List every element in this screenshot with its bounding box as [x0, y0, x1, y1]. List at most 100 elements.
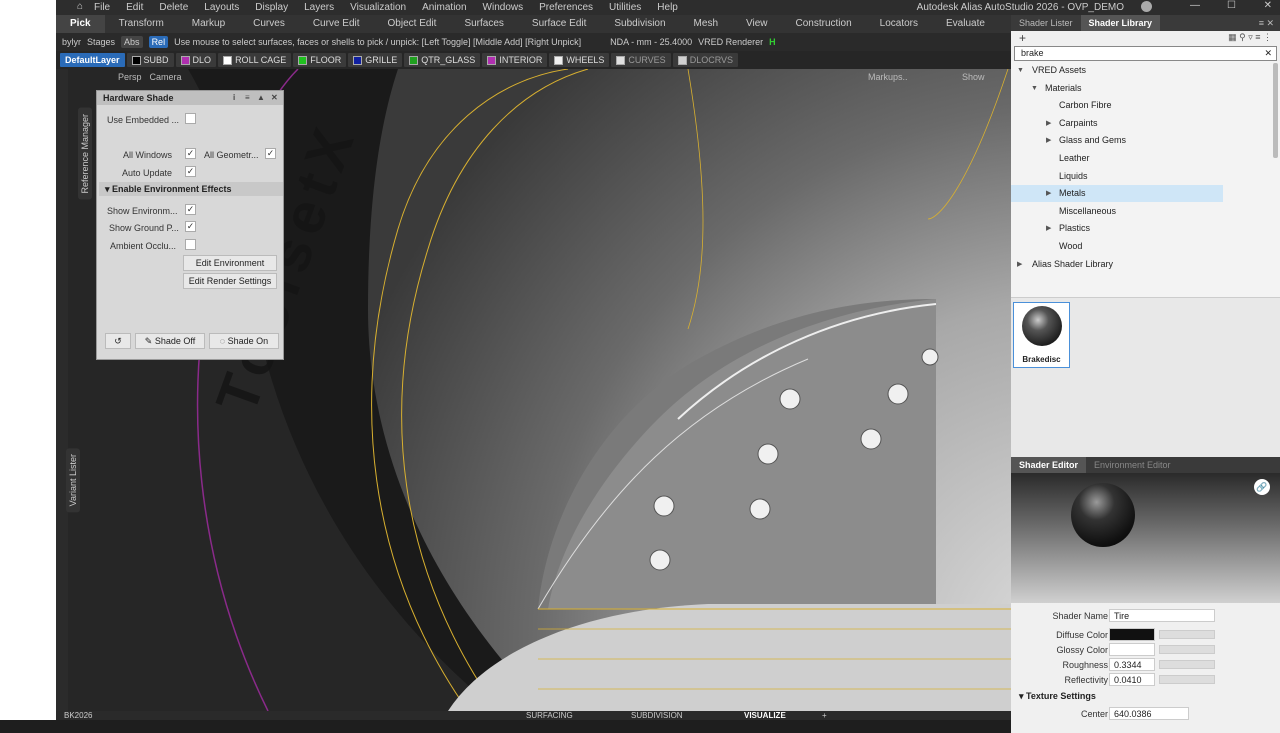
all-windows-checkbox[interactable]: ✓ — [185, 148, 196, 159]
menu-visualization[interactable]: Visualization — [342, 0, 414, 15]
reflectivity-slider[interactable] — [1159, 675, 1215, 684]
variant-lister-tab[interactable]: Variant Lister — [66, 448, 80, 513]
center-field[interactable]: 640.0386 — [1109, 707, 1189, 720]
menu-utilities[interactable]: Utilities — [601, 0, 649, 15]
environment-section-header[interactable]: ▾ Enable Environment Effects — [99, 182, 283, 196]
reference-manager-tab[interactable]: Reference Manager — [78, 108, 92, 200]
glossy-slider[interactable] — [1159, 645, 1215, 654]
add-icon[interactable]: + — [1019, 31, 1026, 45]
tab-view[interactable]: View — [732, 15, 782, 33]
tree-item-carbon-fibre[interactable]: Carbon Fibre — [1011, 97, 1223, 114]
show-env-checkbox[interactable]: ✓ — [185, 204, 196, 215]
tab-visualize[interactable]: VISUALIZE — [744, 711, 786, 720]
tab-markup[interactable]: Markup — [178, 15, 239, 33]
tree-item-carpaints[interactable]: ▶ Carpaints — [1011, 115, 1223, 132]
markups-label[interactable]: Markups.. — [868, 72, 908, 82]
tree-item-vred-assets[interactable]: ▼ VRED Assets — [1011, 62, 1223, 79]
abs-toggle[interactable]: Abs — [121, 36, 143, 48]
reflectivity-field[interactable]: 0.0410 — [1109, 673, 1155, 686]
diffuse-slider[interactable] — [1159, 630, 1215, 639]
ambient-checkbox[interactable] — [185, 239, 196, 250]
edit-render-settings-button[interactable]: Edit Render Settings — [183, 273, 277, 289]
tab-evaluate[interactable]: Evaluate — [932, 15, 999, 33]
shade-off-button[interactable]: ✎ Shade Off — [135, 333, 205, 349]
link-icon[interactable]: 🔗 — [1254, 479, 1270, 495]
show-label[interactable]: Show — [962, 72, 985, 82]
menu-layers[interactable]: Layers — [296, 0, 342, 15]
tree-item-glass-and-gems[interactable]: ▶ Glass and Gems — [1011, 132, 1223, 149]
tab-curves[interactable]: Curves — [239, 15, 299, 33]
clear-search-icon[interactable]: ✕ — [1264, 47, 1272, 60]
tab-shader-library[interactable]: Shader Library — [1080, 15, 1161, 31]
menu-display[interactable]: Display — [247, 0, 296, 15]
layer-grille[interactable]: GRILLE — [348, 53, 403, 67]
show-ground-checkbox[interactable]: ✓ — [185, 221, 196, 232]
tree-item-metals[interactable]: ▶ Metals — [1011, 185, 1223, 202]
tree-item-liquids[interactable]: Liquids — [1011, 168, 1223, 185]
auto-update-checkbox[interactable]: ✓ — [185, 166, 196, 177]
roughness-slider[interactable] — [1159, 660, 1215, 669]
tab-curve-edit[interactable]: Curve Edit — [299, 15, 374, 33]
tab-transform[interactable]: Transform — [105, 15, 178, 33]
menu-animation[interactable]: Animation — [414, 0, 474, 15]
all-geometry-checkbox[interactable]: ✓ — [265, 148, 276, 159]
layer-default[interactable]: DefaultLayer — [60, 53, 125, 67]
tree-item-leather[interactable]: Leather — [1011, 150, 1223, 167]
tab-environment-editor[interactable]: Environment Editor — [1086, 457, 1179, 473]
tab-subdivision[interactable]: Subdivision — [600, 15, 679, 33]
menu-icon[interactable]: ≡ — [245, 91, 250, 105]
add-workspace-icon[interactable]: + — [822, 711, 827, 720]
shader-thumbnail[interactable]: Brakedisc — [1013, 302, 1070, 368]
tree-item-alias-shader-library[interactable]: ▶ Alias Shader Library — [1011, 256, 1223, 273]
rel-toggle[interactable]: Rel — [148, 36, 169, 48]
info-icon[interactable]: i — [233, 91, 235, 105]
layer-qtr-glass[interactable]: QTR_GLASS — [404, 53, 481, 67]
close-icon[interactable]: ✕ — [271, 91, 278, 105]
tab-surfacing[interactable]: SURFACING — [526, 711, 573, 720]
tree-item-materials[interactable]: ▼ Materials — [1011, 80, 1223, 97]
tree-item-wood[interactable]: Wood — [1011, 238, 1223, 255]
collapse-icon[interactable]: ▲ — [257, 91, 265, 105]
tab-pick[interactable]: Pick — [56, 15, 105, 33]
shade-on-button[interactable]: ◌ Shade On — [209, 333, 279, 349]
menu-windows[interactable]: Windows — [475, 0, 532, 15]
home-icon[interactable]: ⌂ — [77, 1, 83, 12]
glossy-color-swatch[interactable] — [1109, 643, 1155, 656]
roughness-field[interactable]: 0.3344 — [1109, 658, 1155, 671]
tree-scrollbar[interactable] — [1273, 63, 1278, 158]
close-icon[interactable]: ✕ — [1264, 0, 1272, 11]
layer-dlo[interactable]: DLO — [175, 53, 217, 67]
tab-surfaces[interactable]: Surfaces — [450, 15, 517, 33]
bylyr-dropdown[interactable]: bylyr — [62, 37, 81, 47]
menu-edit[interactable]: Edit — [118, 0, 151, 15]
tab-mesh[interactable]: Mesh — [680, 15, 732, 33]
texture-settings-header[interactable]: ▾ Texture Settings — [1019, 691, 1096, 702]
tab-locators[interactable]: Locators — [866, 15, 932, 33]
tab-subdivision-workspace[interactable]: SUBDIVISION — [631, 711, 683, 720]
persp-label[interactable]: Persp — [118, 72, 142, 82]
menu-file[interactable]: File — [86, 0, 118, 15]
minimize-icon[interactable]: — — [1190, 0, 1200, 11]
edit-environment-button[interactable]: Edit Environment — [183, 255, 277, 271]
layer-interior[interactable]: INTERIOR — [482, 53, 548, 67]
layer-floor[interactable]: FLOOR — [293, 53, 347, 67]
layer-dlocrvs[interactable]: DLOCRVS — [672, 53, 739, 67]
diffuse-color-swatch[interactable] — [1109, 628, 1155, 641]
shader-name-field[interactable]: Tire — [1109, 609, 1215, 622]
history-icon[interactable]: H — [769, 37, 776, 47]
filter-icons[interactable]: ▦ ⚲ ▿ ≡ ⋮ — [1228, 32, 1272, 43]
library-search-input[interactable]: brake ✕ — [1014, 46, 1277, 61]
tree-item-miscellaneous[interactable]: Miscellaneous — [1011, 203, 1223, 220]
maximize-icon[interactable]: ☐ — [1227, 0, 1236, 11]
layer-curves[interactable]: CURVES — [611, 53, 671, 67]
layer-wheels[interactable]: WHEELS — [549, 53, 610, 67]
menu-preferences[interactable]: Preferences — [531, 0, 601, 15]
tab-construction[interactable]: Construction — [782, 15, 866, 33]
tab-shader-editor[interactable]: Shader Editor — [1011, 457, 1087, 473]
renderer-button[interactable]: VRED Renderer — [698, 37, 763, 47]
tab-surface-edit[interactable]: Surface Edit — [518, 15, 600, 33]
tab-object-edit[interactable]: Object Edit — [374, 15, 451, 33]
tree-item-plastics[interactable]: ▶ Plastics — [1011, 220, 1223, 237]
layer-roll-cage[interactable]: ROLL CAGE — [218, 53, 292, 67]
tab-shader-lister[interactable]: Shader Lister — [1011, 15, 1081, 31]
